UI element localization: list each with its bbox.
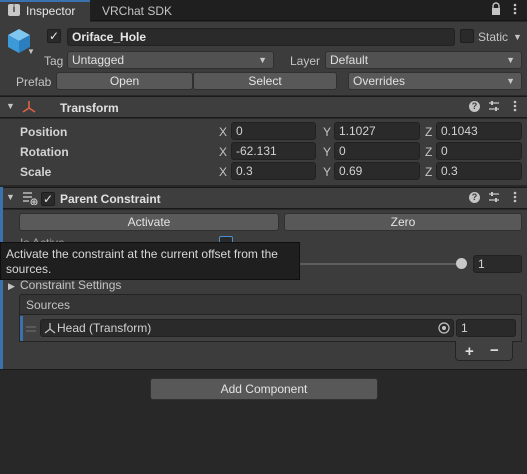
scale-x-field[interactable]: 0.3 [231,162,316,180]
position-x-field[interactable]: 0 [231,122,316,140]
foldout-arrow-icon[interactable]: ▶ [8,281,15,292]
position-z-field[interactable]: 0.1043 [436,122,522,140]
source-row-highlight [20,316,23,341]
parent-constraint-title: Parent Constraint [60,192,161,206]
prefab-select-button[interactable]: Select [193,72,337,90]
preset-sliders-icon[interactable] [488,100,500,112]
chevron-down-icon: ▼ [506,76,515,86]
kebab-menu-icon[interactable] [511,99,519,113]
sources-list-header [19,294,522,315]
tab-vrchat-sdk-label: VRChat SDK [102,4,173,18]
list-footer [455,341,513,361]
preset-sliders-icon[interactable] [488,191,500,203]
sources-label: Sources [26,298,71,312]
prefab-overrides-dropdown[interactable]: Overrides ▼ [348,72,522,90]
tag-dropdown-value: Untagged [72,53,125,67]
kebab-menu-icon[interactable] [511,190,519,204]
add-component-button[interactable]: Add Component [150,378,378,400]
weight-slider-track[interactable] [300,263,460,265]
active-checkbox[interactable]: ✓ [47,29,61,43]
prefab-open-button[interactable]: Open [56,72,193,90]
zero-button[interactable]: Zero [284,213,522,231]
static-dropdown-arrow-icon[interactable]: ▼ [513,32,522,42]
tab-vrchat-sdk[interactable]: VRChat SDK [90,0,180,21]
static-label: Static [478,30,509,44]
chevron-down-icon: ▼ [258,55,267,65]
scale-z-axis[interactable]: Z [425,165,432,179]
position-z-axis[interactable]: Z [425,125,432,139]
help-icon[interactable]: ? [469,192,480,203]
position-y-axis[interactable]: Y [323,125,331,139]
scale-z-field[interactable]: 0.3 [436,162,522,180]
position-y-field[interactable]: 1.1027 [334,122,420,140]
layer-label: Layer [290,54,321,68]
icon-dropdown-arrow-icon[interactable]: ▼ [27,47,35,56]
scale-y-axis[interactable]: Y [323,165,331,179]
activate-button[interactable]: Activate [19,213,279,231]
transform-axes-icon [44,322,56,334]
foldout-arrow-icon[interactable]: ▼ [6,192,15,202]
scale-y-field[interactable]: 0.69 [334,162,420,180]
remove-source-icon[interactable]: − [490,342,499,359]
rotation-y-axis[interactable]: Y [323,145,331,159]
object-picker-icon[interactable] [438,322,450,334]
chevron-down-icon: ▼ [506,55,515,65]
tab-inspector[interactable]: i Inspector [0,0,90,22]
scale-label: Scale [20,165,52,179]
info-icon: i [8,4,20,16]
layer-dropdown[interactable]: Default ▼ [325,51,522,69]
position-label: Position [20,125,68,139]
parent-constraint-enabled-checkbox[interactable]: ✓ [41,192,55,206]
lock-icon[interactable] [490,2,502,16]
tag-label: Tag [44,54,64,68]
rotation-z-axis[interactable]: Z [425,145,432,159]
layer-dropdown-value: Default [330,53,369,67]
kebab-menu-icon[interactable] [510,2,520,16]
position-x-axis[interactable]: X [219,125,227,139]
foldout-arrow-icon[interactable]: ▼ [6,101,15,111]
rotation-x-axis[interactable]: X [219,145,227,159]
rotation-label: Rotation [20,145,69,159]
source-weight-field[interactable]: 1 [456,319,516,337]
object-name-field[interactable]: Oriface_Hole [67,28,455,46]
rotation-z-field[interactable]: 0 [436,142,522,160]
rotation-y-field[interactable]: 0 [334,142,420,160]
divider [0,369,527,370]
overrides-label: Overrides [353,74,406,88]
source-name: Head (Transform) [57,321,152,335]
tag-dropdown[interactable]: Untagged ▼ [67,51,274,69]
prefab-label: Prefab [16,75,52,89]
drag-handle-icon[interactable] [26,322,36,332]
activate-tooltip: Activate the constraint at the current o… [0,242,300,280]
transform-axes-icon [22,100,36,114]
transform-title: Transform [60,101,119,115]
weight-value-field[interactable]: 1 [473,255,522,273]
help-icon[interactable]: ? [469,101,480,112]
constraint-settings-label[interactable]: Constraint Settings [20,278,121,292]
weight-slider-thumb[interactable] [456,258,467,269]
add-source-icon[interactable]: + [465,343,474,360]
rotation-x-field[interactable]: -62.131 [231,142,316,160]
scale-x-axis[interactable]: X [219,165,227,179]
tab-inspector-label: Inspector [26,4,76,18]
parent-constraint-icon [22,191,38,206]
activate-tooltip-text: Activate the constraint at the current o… [6,247,278,276]
source-object-field[interactable]: Head (Transform) [40,319,454,337]
static-checkbox[interactable] [460,29,474,43]
